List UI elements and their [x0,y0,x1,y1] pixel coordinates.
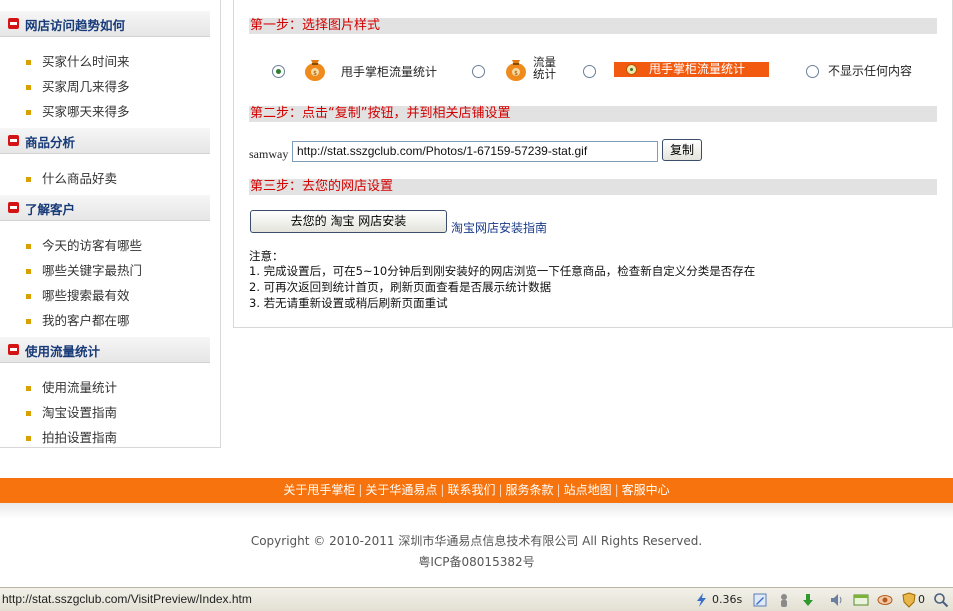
svg-text:$: $ [313,70,317,77]
zoom-icon[interactable] [933,592,949,608]
status-url: http://stat.sszgclub.com/VisitPreview/In… [2,592,252,606]
sidebar-item-use-stats[interactable]: 使用流量统计 [26,377,117,396]
samway-label: samway [249,147,289,161]
money-bag-icon: $ [506,60,526,81]
page-load-time: 0.36s [712,593,743,606]
sidebar-item-visit-time[interactable]: 买家什么时间来 [26,51,130,70]
collapse-icon[interactable] [8,202,19,213]
sidebar: 网店访问趋势如何 买家什么时间来 买家周几来得多 买家哪天来得多 商品分析 什么… [0,0,221,448]
footer-shadow [0,503,953,519]
sidebar-item-visit-day[interactable]: 买家哪天来得多 [26,101,130,120]
radio-in-banner-icon [626,64,637,75]
sidebar-section-title: 了解客户 [25,202,76,217]
footer-link-support[interactable]: 客服中心 [622,483,670,497]
browser-status-bar: http://stat.sszgclub.com/VisitPreview/In… [0,587,953,611]
sidebar-item-today-visitors[interactable]: 今天的访客有哪些 [26,235,142,254]
footer-links: 关于甩手掌柜 | 关于华通易点 | 联系我们 | 服务条款 | 站点地图 | 客服中心 [283,483,670,497]
edit-icon[interactable] [752,592,768,608]
bullet-icon [26,244,31,249]
footer-link-sitemap[interactable]: 站点地图 [564,483,612,497]
bullet-icon [26,319,31,324]
style-radio-3[interactable] [583,65,596,78]
icp-number: 粤ICP备08015382号 [418,555,535,569]
sidebar-item-paipai-guide[interactable]: 拍拍设置指南 [26,427,117,446]
sidebar-item-best-sellers[interactable]: 什么商品好卖 [26,168,117,187]
bullet-icon [26,85,31,90]
style-option-label[interactable]: 不显示任何内容 [828,62,912,79]
setup-panel: 第一步：选择图片样式 $ 甩手掌柜流量统计 $ 流量 统计 甩手掌柜流量统计 不… [233,0,953,328]
shield-icon[interactable] [901,592,917,608]
bullet-icon [26,436,31,441]
bullet-icon [26,60,31,65]
status-count: 0 [918,593,925,606]
style-radio-1[interactable] [272,65,285,78]
footer-link-about-huatong[interactable]: 关于华通易点 [365,483,437,497]
sidebar-section-title: 使用流量统计 [25,344,101,359]
bullet-icon [26,386,31,391]
sidebar-section-title: 商品分析 [25,135,76,150]
style-option-label[interactable]: 流量 统计 [533,56,556,80]
install-to-taobao-button[interactable]: 去您的 淘宝 网店安装 [250,210,447,233]
step2-bar: 第二步：点击“复制”按钮，并到相关店铺设置 [249,106,937,122]
sidebar-item-hot-keywords[interactable]: 哪些关键字最热门 [26,260,142,279]
taobao-install-guide-link[interactable]: 淘宝网店安装指南 [451,219,547,236]
sidebar-section-use-stats[interactable]: 使用流量统计 [0,337,210,363]
download-icon[interactable] [800,592,816,608]
sidebar-item-visit-weekday[interactable]: 买家周几来得多 [26,76,130,95]
sidebar-item-effective-searches[interactable]: 哪些搜索最有效 [26,285,130,304]
svg-text:$: $ [514,70,518,77]
sidebar-item-taobao-guide[interactable]: 淘宝设置指南 [26,402,117,421]
image-url-field[interactable]: http://stat.sszgclub.com/Photos/1-67159-… [292,141,658,162]
user-icon[interactable] [776,592,792,608]
money-bag-icon: $ [305,60,325,81]
footer-link-terms[interactable]: 服务条款 [506,483,554,497]
sidebar-item-customer-locations[interactable]: 我的客户都在哪 [26,310,130,329]
bullet-icon [26,177,31,182]
footer-link-contact[interactable]: 联系我们 [447,483,495,497]
style-option-label[interactable]: 甩手掌柜流量统计 [341,63,437,80]
copy-button[interactable]: 复制 [662,139,702,161]
footer-link-about-sszg[interactable]: 关于甩手掌柜 [283,483,355,497]
step1-title: 第一步：选择图片样式 [250,18,381,33]
window-icon[interactable] [853,592,869,608]
sidebar-section-traffic-trend[interactable]: 网店访问趋势如何 [0,11,210,37]
collapse-icon[interactable] [8,344,19,355]
lightning-icon[interactable] [694,592,710,608]
style-radio-2[interactable] [472,65,485,78]
footer-nav-bar: 关于甩手掌柜 | 关于华通易点 | 联系我们 | 服务条款 | 站点地图 | 客服中心 [0,478,953,503]
note-line: 2. 可再次返回到统计首页，刷新页面查看是否展示统计数据 [249,280,552,294]
speaker-icon[interactable] [829,592,845,608]
step3-title: 第三步：去您的网店设置 [250,179,394,194]
step1-bar: 第一步：选择图片样式 [249,18,937,34]
eye-icon[interactable] [877,592,893,608]
bullet-icon [26,411,31,416]
bullet-icon [26,294,31,299]
copyright-text: Copyright © 2010-2011 深圳市华通易点信息技术有限公司 Al… [250,534,703,548]
step3-bar: 第三步：去您的网店设置 [249,179,937,195]
style-option-orange-banner[interactable]: 甩手掌柜流量统计 [614,62,769,77]
bullet-icon [26,269,31,274]
sidebar-section-product-analysis[interactable]: 商品分析 [0,128,210,154]
step2-title: 第二步：点击“复制”按钮，并到相关店铺设置 [250,106,511,121]
notes-heading: 注意： [249,249,284,263]
bullet-icon [26,110,31,115]
collapse-icon[interactable] [8,135,19,146]
collapse-icon[interactable] [8,18,19,29]
note-line: 3. 若无请重新设置或稍后刷新页面重试 [249,296,448,310]
note-line: 1. 完成设置后，可在5~10分钟后到刚安装好的网店浏览一下任意商品，检查新自定… [249,264,756,278]
style-radio-4[interactable] [806,65,819,78]
sidebar-section-customers[interactable]: 了解客户 [0,195,210,221]
sidebar-section-title: 网店访问趋势如何 [25,18,126,33]
